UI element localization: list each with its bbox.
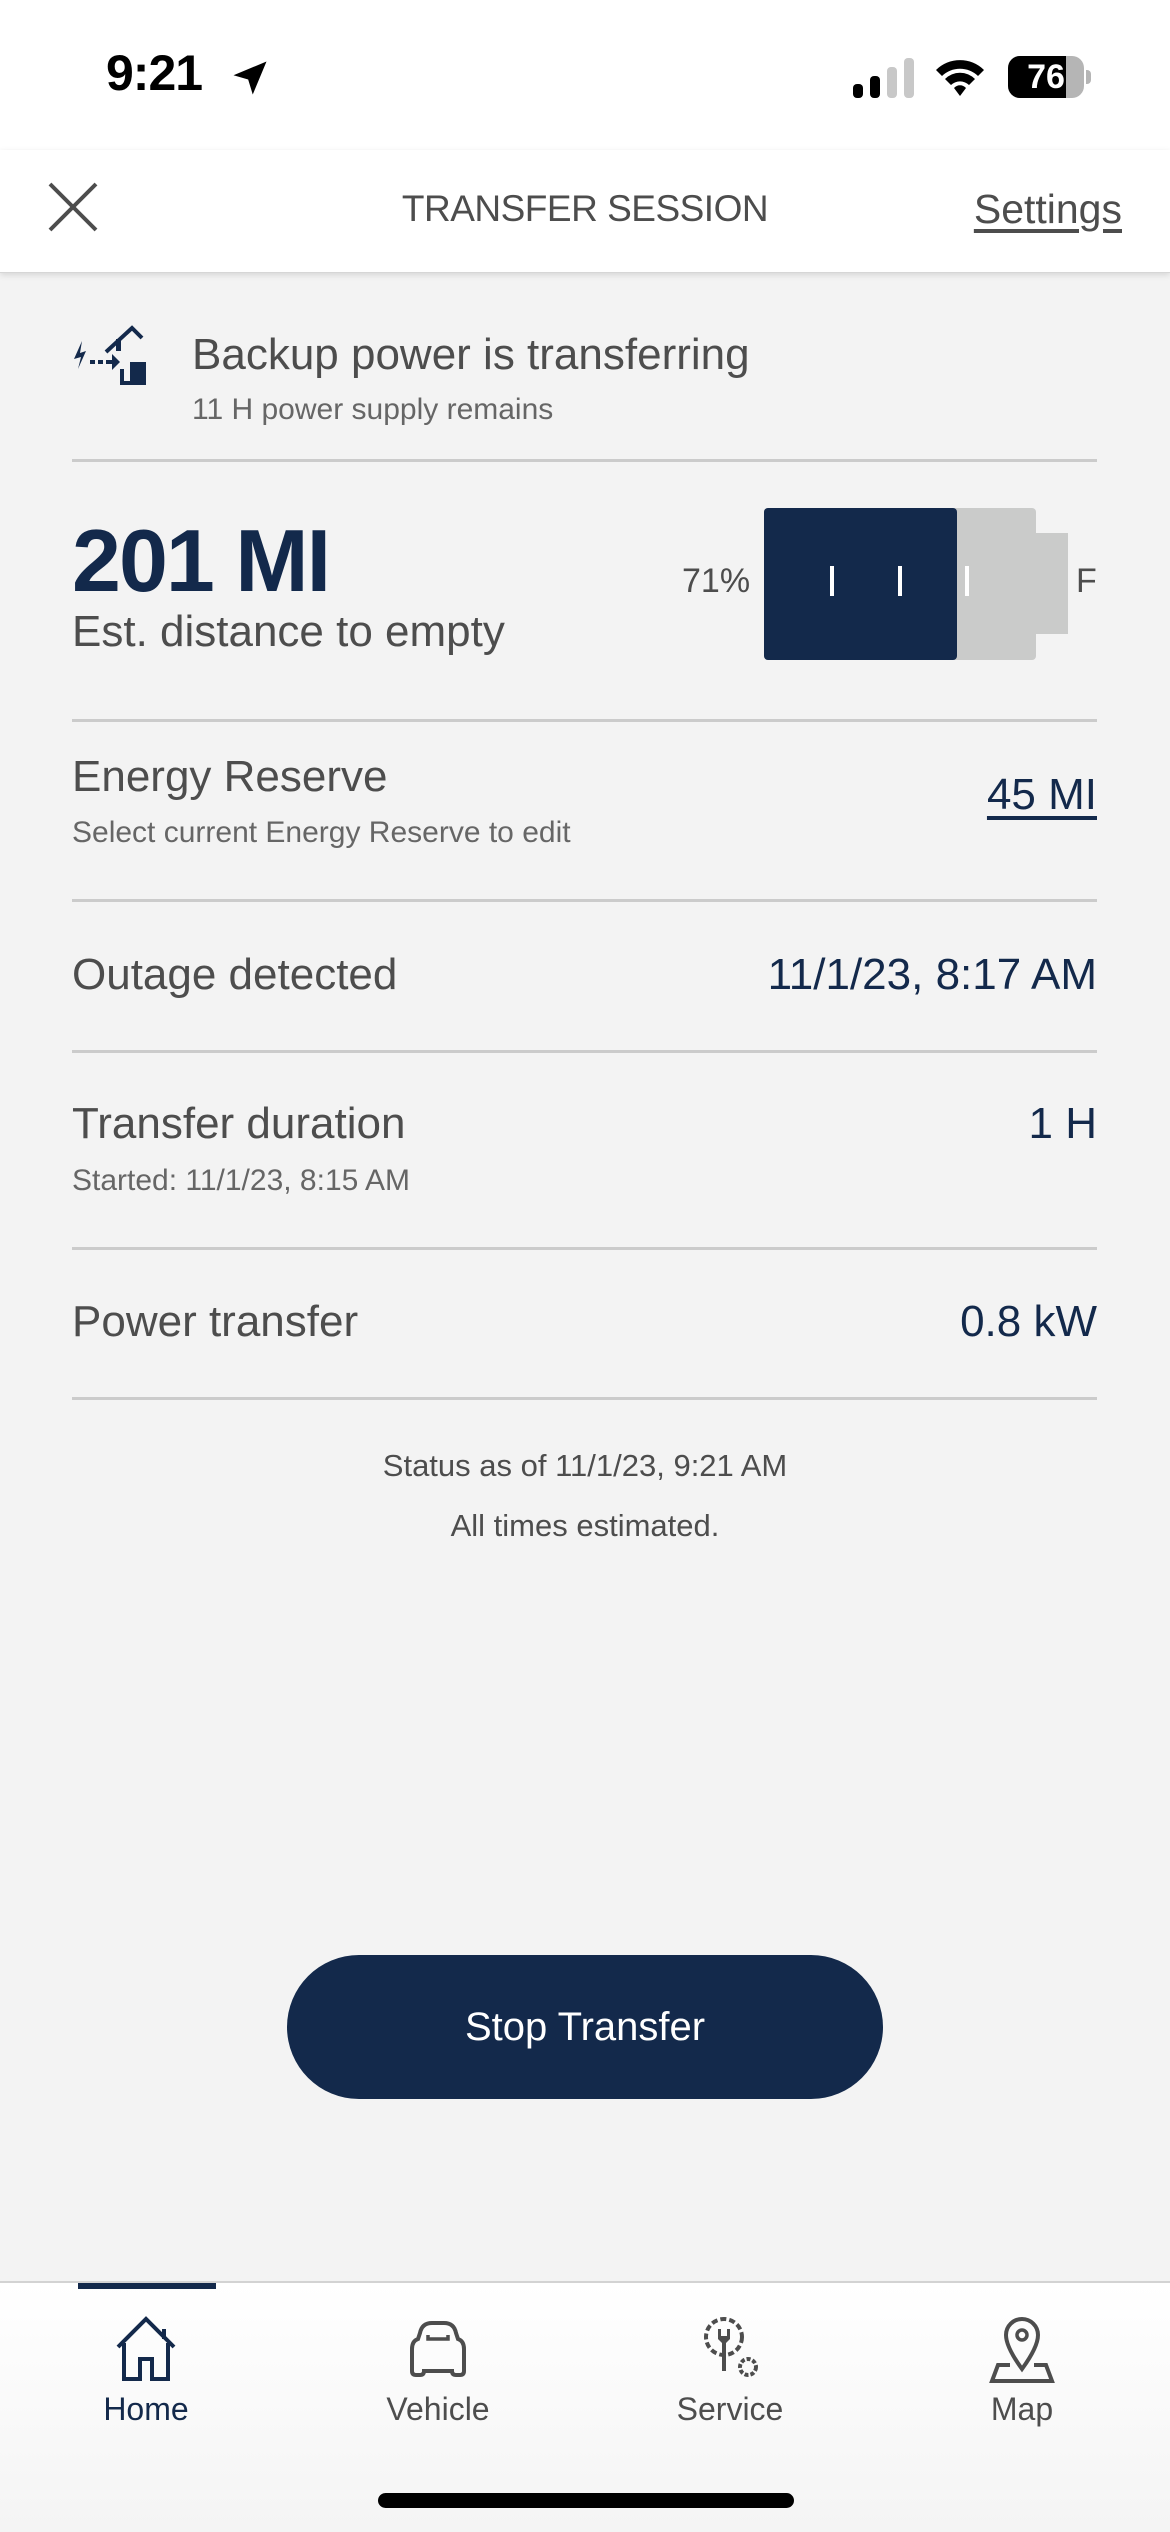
signal-bar bbox=[853, 84, 863, 98]
status-timestamp: Status as of 11/1/23, 9:21 AM bbox=[382, 1448, 788, 1483]
transfer-duration-label: Transfer duration bbox=[72, 1099, 406, 1148]
divider bbox=[72, 459, 1097, 462]
settings-link[interactable]: Settings bbox=[974, 186, 1122, 233]
signal-bar bbox=[870, 76, 880, 98]
nav-header: TRANSFER SESSION Settings bbox=[0, 150, 1170, 273]
session-status-subtitle: 11 H power supply remains bbox=[192, 393, 554, 426]
home-icon bbox=[116, 2316, 176, 2381]
divider bbox=[72, 1050, 1097, 1053]
session-status-title: Backup power is transferring bbox=[192, 330, 750, 379]
map-pin-icon bbox=[989, 2317, 1055, 2383]
outage-detected-value: 11/1/23, 8:17 AM bbox=[767, 950, 1097, 999]
location-arrow-icon bbox=[233, 61, 267, 95]
signal-bar bbox=[887, 67, 897, 98]
energy-reserve-label: Energy Reserve bbox=[72, 752, 388, 801]
power-transfer-label: Power transfer bbox=[72, 1297, 359, 1346]
car-icon bbox=[410, 2321, 466, 2377]
vehicle-battery-percent: 71% bbox=[682, 562, 751, 600]
battery-tick bbox=[830, 566, 834, 596]
wifi-icon bbox=[936, 60, 984, 96]
power-transfer-value: 0.8 kW bbox=[960, 1297, 1097, 1346]
tab-home[interactable]: Home bbox=[0, 2283, 292, 2433]
divider bbox=[72, 1397, 1097, 1400]
battery-full-label: F bbox=[1076, 562, 1097, 600]
tab-service[interactable]: Service bbox=[584, 2283, 876, 2433]
battery-tick bbox=[965, 566, 969, 596]
signal-bar bbox=[904, 58, 914, 98]
cellular-signal-icon bbox=[853, 58, 914, 98]
service-gear-wrench-icon bbox=[704, 2317, 758, 2377]
stop-transfer-button[interactable]: Stop Transfer bbox=[287, 1955, 883, 2099]
phone-battery-percent: 76 bbox=[1027, 58, 1065, 96]
battery-fill bbox=[764, 508, 957, 660]
tab-label: Map bbox=[990, 2391, 1054, 2427]
battery-tick bbox=[898, 566, 902, 596]
home-indicator[interactable] bbox=[378, 2493, 794, 2508]
active-tab-indicator bbox=[78, 2283, 216, 2289]
tab-label: Vehicle bbox=[386, 2391, 490, 2427]
range-value: 201 MI bbox=[72, 511, 331, 610]
status-bar: 9:21 76 bbox=[0, 0, 1170, 150]
transfer-started-text: Started: 11/1/23, 8:15 AM bbox=[72, 1164, 410, 1197]
backup-power-transfer-icon bbox=[74, 325, 146, 385]
energy-reserve-value-link[interactable]: 45 MI bbox=[987, 770, 1097, 820]
outage-detected-label: Outage detected bbox=[72, 950, 398, 999]
battery-terminal bbox=[1036, 533, 1068, 634]
estimate-note: All times estimated. bbox=[450, 1508, 720, 1543]
status-time: 9:21 bbox=[106, 45, 203, 101]
phone-battery-icon: 76 bbox=[1008, 56, 1092, 98]
tab-vehicle[interactable]: Vehicle bbox=[292, 2283, 584, 2433]
transfer-duration-value: 1 H bbox=[1028, 1099, 1097, 1148]
vehicle-battery-gauge bbox=[764, 508, 1068, 660]
tab-label: Home bbox=[103, 2391, 189, 2427]
divider bbox=[72, 719, 1097, 722]
divider bbox=[72, 1247, 1097, 1250]
divider bbox=[72, 899, 1097, 902]
tab-label: Service bbox=[676, 2391, 784, 2427]
tab-map[interactable]: Map bbox=[876, 2283, 1168, 2433]
energy-reserve-hint: Select current Energy Reserve to edit bbox=[72, 816, 571, 849]
range-label: Est. distance to empty bbox=[72, 607, 505, 656]
